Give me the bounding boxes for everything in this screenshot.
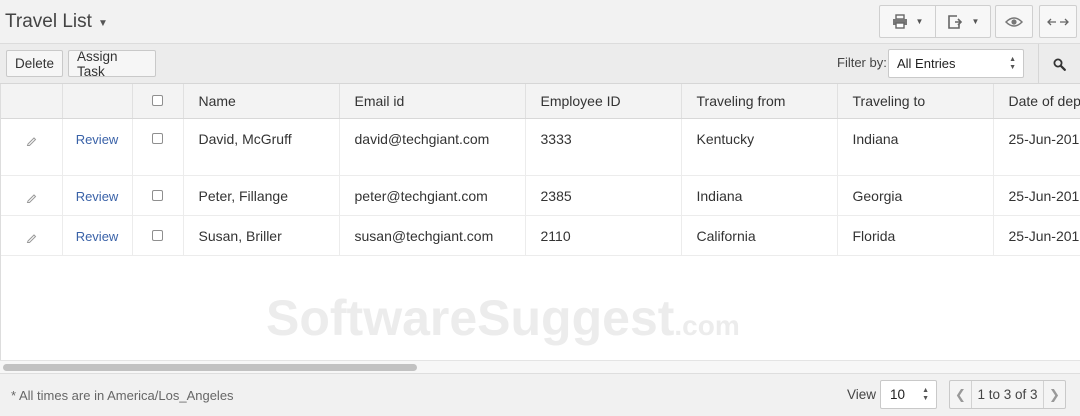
delete-button[interactable]: Delete bbox=[6, 50, 63, 77]
column-header-name[interactable]: Name bbox=[183, 84, 340, 119]
page-title: Travel List bbox=[5, 11, 92, 32]
footer: * All times are in America/Los_Angeles V… bbox=[0, 373, 1080, 416]
edit-column-header bbox=[1, 84, 63, 119]
eye-icon bbox=[1005, 16, 1023, 27]
page-size-value: 10 bbox=[890, 387, 906, 402]
cell-employee-id: 2385 bbox=[525, 175, 682, 216]
table-row[interactable]: Review Susan, Briller susan@techgiant.co… bbox=[1, 215, 1080, 256]
select-arrows-icon: ▲ ▼ bbox=[922, 387, 929, 402]
table-row[interactable]: Review Peter, Fillange peter@techgiant.c… bbox=[1, 175, 1080, 216]
cell-traveling-to: Florida bbox=[837, 215, 994, 256]
print-export-group: ▼ ▼ bbox=[879, 5, 991, 38]
title-bar: Travel List ▼ ▼ ▼ bbox=[0, 0, 1080, 44]
pagination: ❮ 1 to 3 of 3 ❯ bbox=[949, 380, 1066, 409]
pencil-icon[interactable] bbox=[26, 230, 37, 246]
column-header-date-of-departure[interactable]: Date of dep bbox=[993, 84, 1080, 119]
review-link[interactable]: Review bbox=[76, 189, 119, 204]
chevron-down-icon: ▼ bbox=[97, 18, 108, 29]
cell-employee-id: 3333 bbox=[525, 118, 682, 176]
cell-date: 25-Jun-2015 bbox=[993, 118, 1080, 176]
export-icon bbox=[947, 14, 962, 29]
travel-table: Name Email id Employee ID Traveling from… bbox=[0, 84, 1080, 360]
preview-button[interactable] bbox=[996, 6, 1032, 37]
cell-email: peter@techgiant.com bbox=[339, 175, 526, 216]
preview-group bbox=[995, 5, 1033, 38]
column-header-employee-id[interactable]: Employee ID bbox=[525, 84, 682, 119]
cell-date: 25-Jun-2015 bbox=[993, 175, 1080, 216]
column-header-email[interactable]: Email id bbox=[339, 84, 526, 119]
column-header-traveling-to[interactable]: Traveling to bbox=[837, 84, 994, 119]
filter-select[interactable]: All Entries ▲ ▼ bbox=[888, 49, 1024, 78]
print-button[interactable]: ▼ bbox=[880, 6, 935, 37]
assign-task-button[interactable]: Assign Task bbox=[68, 49, 156, 79]
prev-page-icon[interactable]: ❮ bbox=[950, 381, 972, 408]
cell-traveling-from: Indiana bbox=[681, 175, 838, 216]
filter-value: All Entries bbox=[897, 56, 956, 71]
cell-traveling-from: California bbox=[681, 215, 838, 256]
pencil-icon[interactable] bbox=[26, 133, 37, 149]
view-label: View bbox=[847, 387, 877, 402]
next-page-icon[interactable]: ❯ bbox=[1043, 381, 1065, 408]
table-row[interactable]: Review David, McGruff david@techgiant.co… bbox=[1, 118, 1080, 176]
select-all-header bbox=[132, 84, 184, 119]
select-arrows-icon: ▲ ▼ bbox=[1009, 56, 1016, 71]
column-header-traveling-from[interactable]: Traveling from bbox=[681, 84, 838, 119]
export-button[interactable]: ▼ bbox=[935, 6, 990, 37]
cell-name: Peter, Fillange bbox=[183, 175, 340, 216]
review-link[interactable]: Review bbox=[76, 229, 119, 244]
row-checkbox[interactable] bbox=[152, 229, 163, 241]
page-range: 1 to 3 of 3 bbox=[977, 387, 1038, 402]
expand-horizontal-icon bbox=[1047, 18, 1069, 25]
cell-traveling-to: Indiana bbox=[837, 118, 994, 176]
action-column-header bbox=[62, 84, 133, 119]
row-checkbox[interactable] bbox=[152, 189, 163, 201]
cell-traveling-to: Georgia bbox=[837, 175, 994, 216]
list-title-dropdown[interactable]: Travel List ▼ bbox=[5, 11, 108, 33]
review-link[interactable]: Review bbox=[76, 132, 119, 147]
select-all-checkbox[interactable] bbox=[152, 95, 163, 107]
action-bar: Delete Assign Task Filter by: All Entrie… bbox=[0, 44, 1080, 84]
cell-name: Susan, Briller bbox=[183, 215, 340, 256]
cell-email: david@techgiant.com bbox=[339, 118, 526, 176]
search-button[interactable] bbox=[1038, 44, 1080, 84]
page-size-select[interactable]: 10 ▲ ▼ bbox=[880, 380, 937, 409]
chevron-down-icon: ▼ bbox=[971, 17, 980, 26]
expand-group bbox=[1039, 5, 1077, 38]
cell-name: David, McGruff bbox=[183, 118, 340, 176]
table-header-row: Name Email id Employee ID Traveling from… bbox=[1, 84, 1080, 119]
scrollbar-thumb[interactable] bbox=[3, 364, 417, 371]
pencil-icon[interactable] bbox=[26, 190, 37, 206]
filter-label: Filter by: bbox=[837, 55, 887, 70]
row-checkbox[interactable] bbox=[152, 132, 163, 144]
timezone-note: * All times are in America/Los_Angeles bbox=[11, 388, 234, 403]
cell-date: 25-Jun-2015 bbox=[993, 215, 1080, 256]
chevron-down-icon: ▼ bbox=[915, 17, 924, 26]
expand-width-button[interactable] bbox=[1040, 6, 1076, 37]
cell-employee-id: 2110 bbox=[525, 215, 682, 256]
horizontal-scrollbar[interactable] bbox=[0, 360, 1080, 373]
print-icon bbox=[892, 14, 907, 29]
cell-traveling-from: Kentucky bbox=[681, 118, 838, 176]
search-icon bbox=[1053, 58, 1066, 71]
cell-email: susan@techgiant.com bbox=[339, 215, 526, 256]
